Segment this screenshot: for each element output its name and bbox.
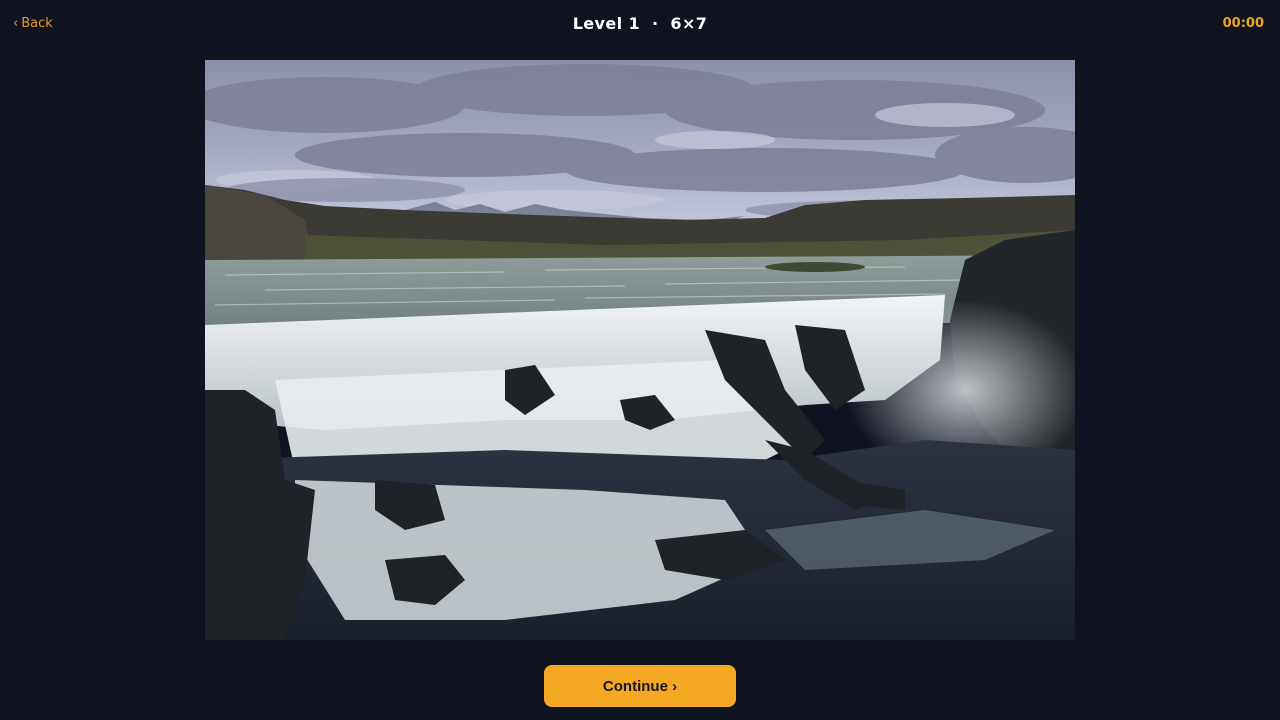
grid-size: 6×7 <box>670 14 708 33</box>
top-bar: ‹ Back Level 1 · 6×7 00:00 <box>0 0 1280 48</box>
title-separator: · <box>651 14 659 33</box>
level-label: Level 1 <box>572 14 641 33</box>
puzzle-image <box>205 60 1075 640</box>
timer: 00:00 <box>1222 16 1264 31</box>
continue-button[interactable]: Continue › <box>544 665 736 707</box>
level-title: Level 1 · 6×7 <box>0 14 1280 33</box>
